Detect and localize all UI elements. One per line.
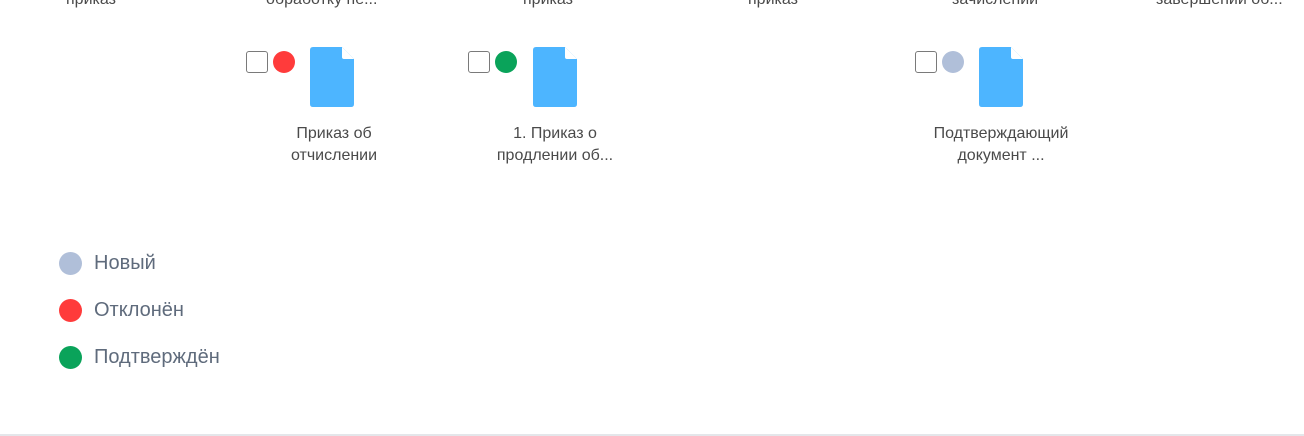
legend-item-new: Новый <box>59 240 220 287</box>
document-name[interactable]: 1. Приказ о продлении об... <box>445 123 665 167</box>
document-name-line: 1. Приказ о <box>513 125 597 142</box>
legend-label: Отклонён <box>94 299 184 321</box>
document-name[interactable]: Подтверждающий документ ... <box>891 123 1111 167</box>
clipped-doc-label: завершении об... <box>1156 0 1283 9</box>
document-name-line: Подтверждающий <box>933 125 1069 142</box>
legend-dot-new <box>59 252 82 275</box>
clipped-doc-label: приказ <box>748 0 798 9</box>
document-controls <box>915 51 964 73</box>
document-select-checkbox[interactable] <box>246 51 268 73</box>
clipped-doc-label: приказ <box>523 0 573 9</box>
document-name[interactable]: Приказ об отчислении <box>224 123 444 167</box>
legend-item-rejected: Отклонён <box>59 287 220 334</box>
document-controls <box>468 51 517 73</box>
document-select-checkbox[interactable] <box>915 51 937 73</box>
file-icon[interactable] <box>310 47 354 107</box>
legend-dot-confirmed <box>59 346 82 369</box>
status-legend: Новый Отклонён Подтверждён <box>59 240 220 381</box>
document-name-line: отчислении <box>290 147 378 164</box>
clipped-doc-label: приказ <box>66 0 116 9</box>
status-dot-rejected <box>273 51 295 73</box>
documents-panel: приказ обработку пе... приказ приказ зач… <box>0 0 1304 436</box>
legend-label: Подтверждён <box>94 346 220 368</box>
document-name-line: Приказ об <box>296 125 372 142</box>
file-icon[interactable] <box>533 47 577 107</box>
document-select-checkbox[interactable] <box>468 51 490 73</box>
document-name-line: документ ... <box>957 147 1045 164</box>
file-icon[interactable] <box>979 47 1023 107</box>
document-name-line: продлении об... <box>496 147 614 164</box>
legend-item-confirmed: Подтверждён <box>59 334 220 381</box>
clipped-doc-label: зачислении <box>952 0 1038 9</box>
clipped-doc-label: обработку пе... <box>266 0 377 9</box>
legend-label: Новый <box>94 252 156 274</box>
status-dot-confirmed <box>495 51 517 73</box>
legend-dot-rejected <box>59 299 82 322</box>
document-controls <box>246 51 295 73</box>
status-dot-new <box>942 51 964 73</box>
